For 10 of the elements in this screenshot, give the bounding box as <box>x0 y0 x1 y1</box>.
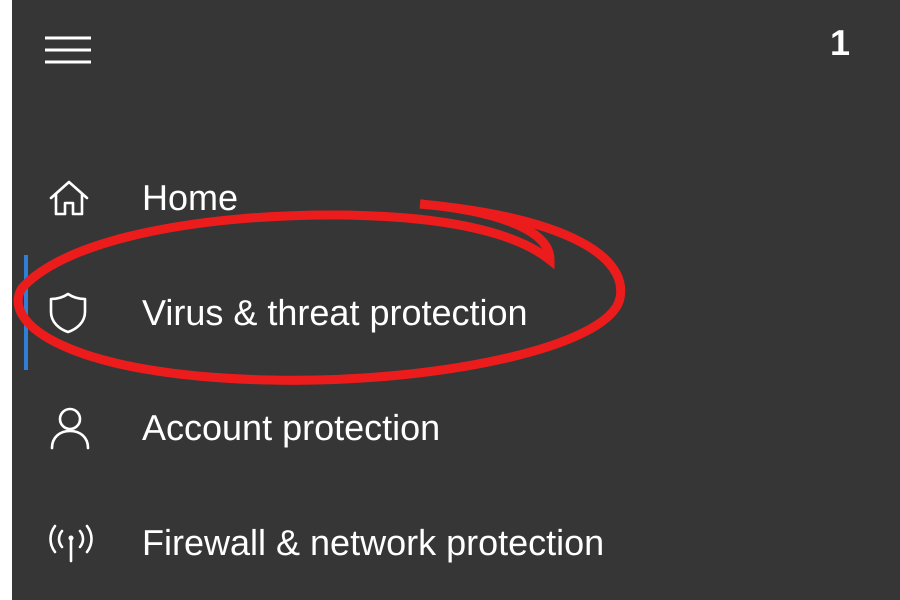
step-number: 1 <box>830 22 850 64</box>
nav-item[interactable]: Home <box>24 140 900 255</box>
menu-icon[interactable] <box>44 36 92 64</box>
antenna-icon <box>48 522 94 562</box>
shield-icon <box>48 292 88 334</box>
nav-item[interactable]: Virus & threat protection <box>24 255 900 370</box>
person-icon <box>48 406 92 450</box>
nav-item[interactable]: Account protection <box>24 370 900 485</box>
nav-item[interactable]: Firewall & network protection <box>24 485 900 600</box>
home-icon <box>48 178 90 216</box>
